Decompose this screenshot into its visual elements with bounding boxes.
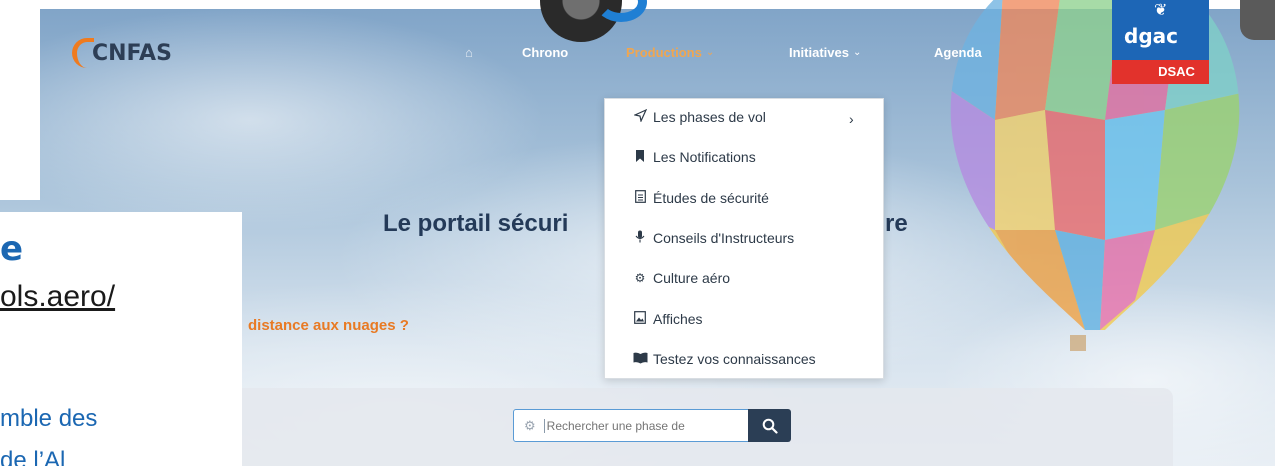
bookmark-icon — [633, 149, 647, 165]
nav-productions[interactable]: Productions ⌄ — [626, 45, 714, 60]
menu-item-testez-connaissances[interactable]: Testez vos connaissances — [633, 351, 816, 367]
image-icon — [633, 311, 647, 327]
dgac-logo-text: dgac — [1124, 24, 1178, 48]
slide-text-line-2: de l’Al — [0, 447, 66, 466]
book-open-icon — [633, 352, 648, 367]
logo-text: CNFAS — [92, 40, 172, 66]
menu-item-etudes-securite[interactable]: Études de sécurité — [633, 190, 769, 206]
menu-item-culture-aero[interactable]: ⚙ Culture aéro — [633, 270, 730, 286]
slide-heading-fragment: e — [0, 229, 24, 269]
left-strip — [0, 0, 40, 200]
chevron-down-icon: ⌄ — [705, 47, 715, 58]
nav-productions-label: Productions — [626, 45, 702, 60]
microphone-icon — [633, 230, 647, 246]
menu-item-label: Testez vos connaissances — [653, 351, 816, 367]
search-input[interactable] — [543, 418, 714, 433]
search-icon — [762, 418, 778, 434]
cnfas-logo[interactable]: CNFAS — [72, 38, 172, 68]
dgac-logo[interactable]: ❦ dgac DSAC — [1112, 0, 1209, 84]
nav-agenda-label: Agenda — [934, 45, 982, 60]
logo-swoosh-icon — [72, 38, 94, 68]
chevron-down-icon: ⌄ — [852, 47, 862, 58]
menu-item-conseils-instructeurs[interactable]: Conseils d'Instructeurs — [633, 230, 794, 246]
gear-icon: ⚙ — [524, 417, 536, 433]
corner-graphic — [1240, 0, 1275, 40]
nav-initiatives-label: Initiatives — [789, 45, 849, 60]
menu-item-notifications[interactable]: Les Notifications — [633, 149, 756, 165]
menu-item-label: Conseils d'Instructeurs — [653, 230, 795, 246]
paper-plane-icon — [632, 108, 647, 125]
nav-initiatives[interactable]: Initiatives ⌄ — [789, 45, 861, 60]
menu-item-label: Les Notifications — [653, 149, 756, 165]
nav-chrono-label: Chrono — [522, 45, 569, 60]
gear-icon: ⚙ — [634, 271, 646, 285]
menu-item-label: Les phases de vol — [653, 109, 766, 125]
productions-dropdown-menu: Les phases de vol › Les Notifications Ét… — [604, 98, 884, 379]
bird-icon: ❦ — [1154, 2, 1168, 19]
search-button[interactable] — [748, 409, 791, 442]
nav-agenda[interactable]: Agenda — [934, 45, 982, 60]
slide-url-link[interactable]: ols.aero/ — [0, 280, 115, 314]
chevron-right-icon: › — [849, 111, 854, 127]
menu-item-affiches[interactable]: Affiches — [633, 311, 703, 327]
nav-chrono[interactable]: Chrono — [522, 45, 568, 60]
search-box[interactable]: ⚙ — [513, 409, 749, 442]
menu-item-phases-de-vol[interactable]: Les phases de vol — [632, 108, 766, 125]
dsac-label: DSAC — [1112, 60, 1209, 84]
menu-item-label: Culture aéro — [653, 270, 731, 286]
slide-text-line-1: mble des — [0, 405, 98, 432]
menu-item-label: Études de sécurité — [653, 190, 769, 206]
hero-question-link[interactable]: distance aux nuages ? — [248, 317, 409, 334]
hero-title: Le portail sécuri — [383, 210, 569, 237]
document-icon — [633, 190, 647, 206]
home-icon[interactable]: ⌂ — [465, 45, 473, 60]
menu-item-label: Affiches — [653, 311, 703, 327]
hero-title-end: re — [885, 210, 908, 237]
